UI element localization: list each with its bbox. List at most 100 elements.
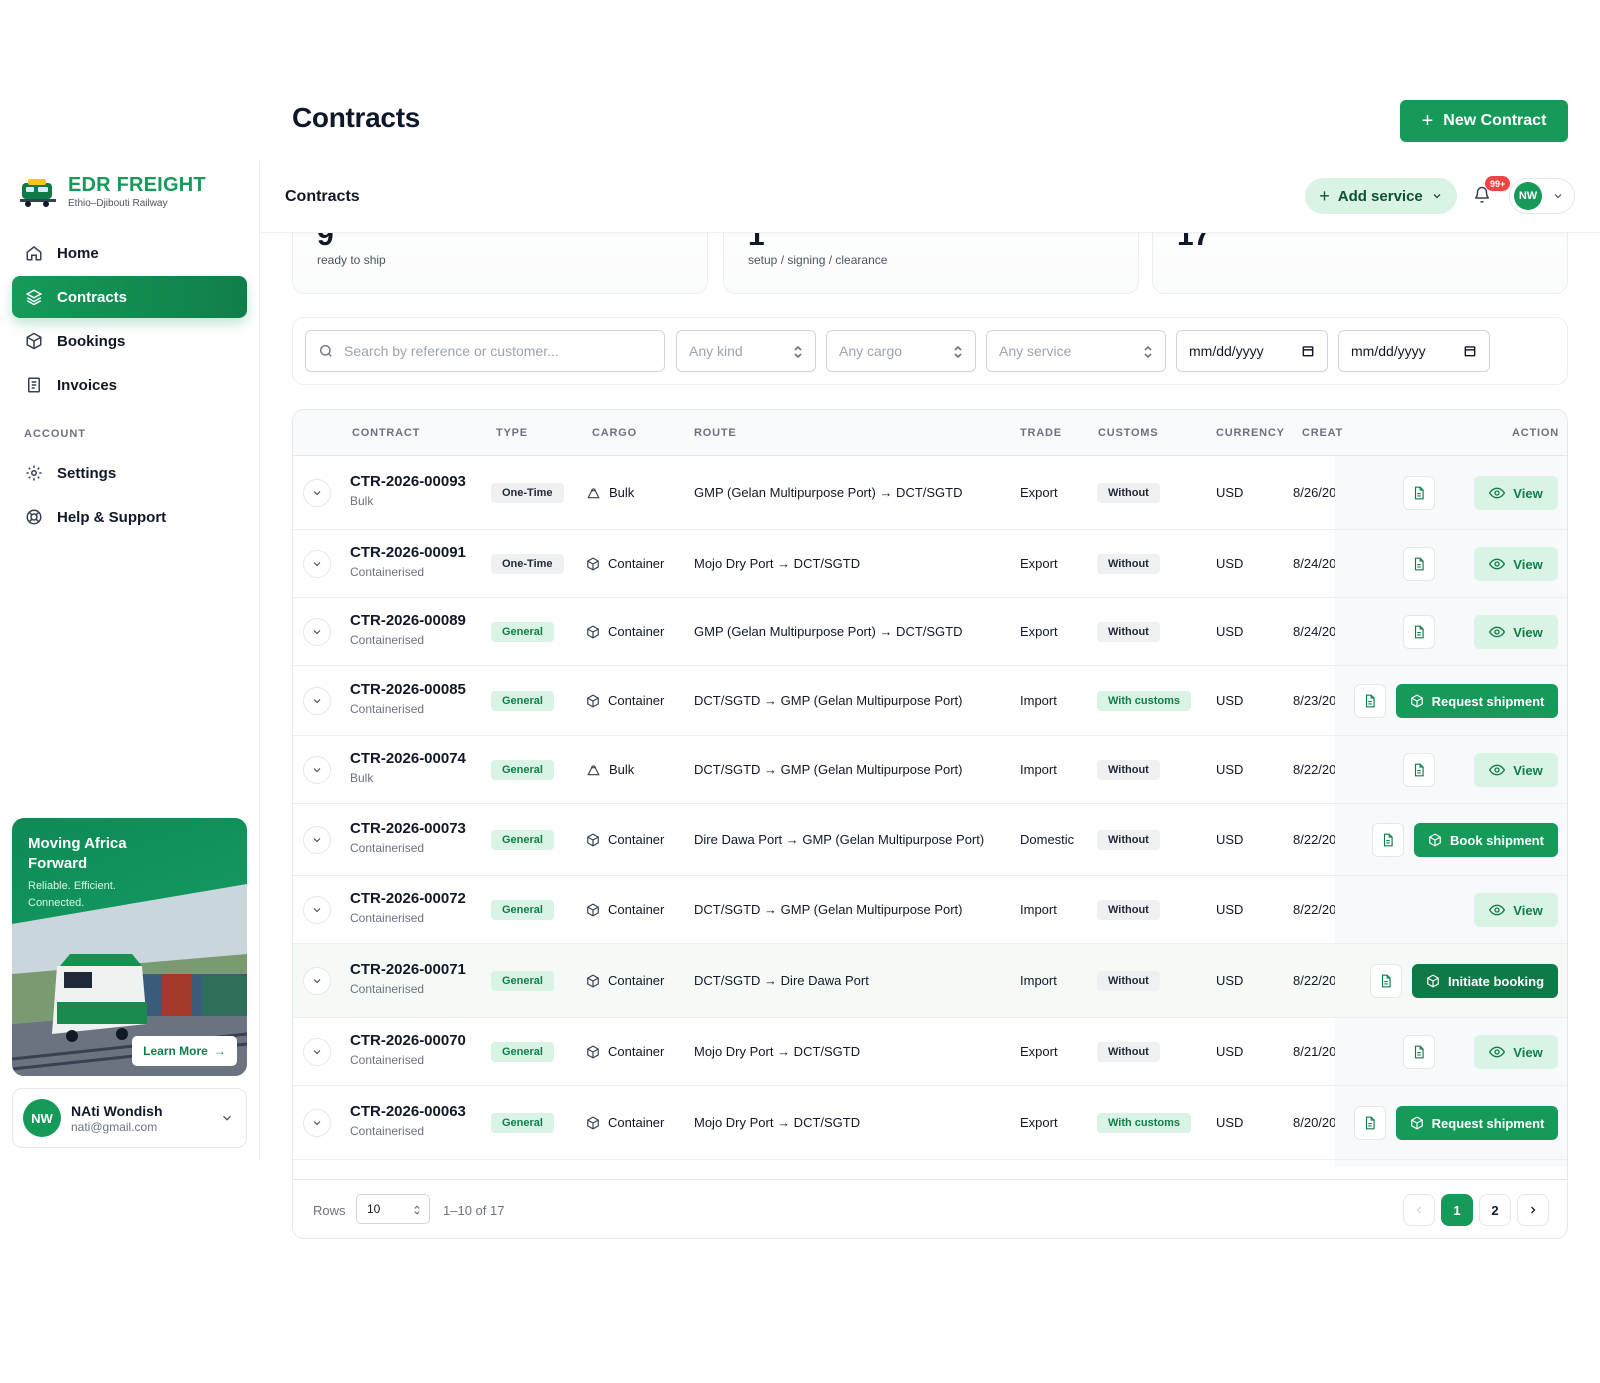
chevron-down-icon xyxy=(1554,194,1562,199)
sidebar-item-invoices[interactable]: Invoices xyxy=(12,364,247,406)
kind-select[interactable]: Any kind xyxy=(676,330,816,372)
type-badge: General xyxy=(491,971,554,991)
lifebuoy-icon xyxy=(26,509,42,525)
rows-per-page-select[interactable]: 10 xyxy=(356,1194,430,1224)
sidebar-item-help[interactable]: Help & Support xyxy=(12,496,247,538)
trade-cell: Export xyxy=(1020,1044,1058,1059)
page-1-button[interactable]: 1 xyxy=(1441,1194,1473,1226)
col-type[interactable]: TYPE xyxy=(496,427,528,439)
contract-cell[interactable]: CTR-2026-00085 Containerised xyxy=(350,681,466,716)
view-button[interactable]: View xyxy=(1474,1035,1558,1069)
search-input[interactable]: Search by reference or customer... xyxy=(305,330,665,372)
expand-row-button[interactable] xyxy=(303,756,331,784)
add-service-button[interactable]: + Add service xyxy=(1305,178,1457,214)
chevron-down-icon xyxy=(313,699,321,704)
expand-row-button[interactable] xyxy=(303,967,331,995)
expand-row-button[interactable] xyxy=(303,1038,331,1066)
cargo-select[interactable]: Any cargo xyxy=(826,330,976,372)
date-from-input[interactable]: mm/dd/yyyy xyxy=(1176,330,1328,372)
expand-row-button[interactable] xyxy=(303,896,331,924)
contract-cell[interactable]: CTR-2026-00089 Containerised xyxy=(350,612,466,647)
contract-cell[interactable]: CTR-2026-00070 Containerised xyxy=(350,1032,466,1067)
row-action-button[interactable]: Request shipment xyxy=(1396,1106,1558,1140)
promo-title: Moving Africa Forward xyxy=(28,835,127,872)
user-menu[interactable]: NW NAti Wondish nati@gmail.com xyxy=(12,1088,247,1148)
document-button[interactable] xyxy=(1403,1035,1435,1069)
learn-more-button[interactable]: Learn More → xyxy=(132,1036,237,1066)
table-row[interactable]: CTR-2026-00085 Containerised General Contai… xyxy=(293,666,1567,736)
created-cell: 8/22/2026 xyxy=(1293,973,1335,988)
date-to-input[interactable]: mm/dd/yyyy xyxy=(1338,330,1490,372)
next-page-button[interactable] xyxy=(1517,1194,1549,1226)
rows-label: Rows xyxy=(313,1203,346,1218)
col-created[interactable]: CREAT xyxy=(1302,427,1343,439)
brand[interactable]: EDR FREIGHT Ethio–Djibouti Railway xyxy=(18,174,206,209)
table-row[interactable]: CTR-2026-00091 Containerised One-Time Conta… xyxy=(293,530,1567,598)
account-menu[interactable]: NW xyxy=(1509,178,1575,214)
new-contract-button[interactable]: + New Contract xyxy=(1400,100,1568,142)
view-label: View xyxy=(1513,762,1543,778)
document-button[interactable] xyxy=(1354,1106,1386,1140)
table-row[interactable]: CTR-2026-00071 Containerised General Contai… xyxy=(293,944,1567,1018)
contract-cell[interactable]: CTR-2026-00074 Bulk xyxy=(350,750,466,785)
document-icon xyxy=(1365,694,1375,708)
table-row[interactable]: CTR-2026-00063 Containerised General Contai… xyxy=(293,1086,1567,1160)
expand-row-button[interactable] xyxy=(303,618,331,646)
view-button[interactable]: View xyxy=(1474,476,1558,510)
expand-row-button[interactable] xyxy=(303,687,331,715)
sidebar-item-settings[interactable]: Settings xyxy=(12,452,247,494)
table-row[interactable]: CTR-2026-00074 Bulk General Bulk DCT/SGTD → … xyxy=(293,736,1567,804)
cargo-cell: Container xyxy=(586,1115,664,1130)
contract-cell[interactable]: CTR-2026-00091 Containerised xyxy=(350,544,466,579)
service-select[interactable]: Any service xyxy=(986,330,1166,372)
col-route[interactable]: ROUTE xyxy=(694,427,737,439)
currency-cell: USD xyxy=(1216,832,1244,847)
contract-cell[interactable]: CTR-2026-00063 Containerised xyxy=(350,1103,466,1138)
col-currency[interactable]: CURRENCY xyxy=(1216,427,1285,439)
row-action-button[interactable]: Book shipment xyxy=(1414,823,1558,857)
page-2-button[interactable]: 2 xyxy=(1479,1194,1511,1226)
expand-row-button[interactable] xyxy=(303,479,331,507)
table-row[interactable]: CTR-2026-00072 Containerised General Contai… xyxy=(293,876,1567,944)
col-customs[interactable]: CUSTOMS xyxy=(1098,427,1158,439)
row-action-button[interactable]: Request shipment xyxy=(1396,684,1558,718)
document-button[interactable] xyxy=(1354,684,1386,718)
col-trade[interactable]: TRADE xyxy=(1020,427,1062,439)
table-row[interactable]: CTR-2026-00093 Bulk One-Time Bulk GMP (Gelan… xyxy=(293,456,1567,530)
table-header: CONTRACT TYPE CARGO ROUTE TRADE CUSTOMS … xyxy=(293,410,1567,456)
expand-row-button[interactable] xyxy=(303,550,331,578)
document-button[interactable] xyxy=(1403,476,1435,510)
route-cell: GMP (Gelan Multipurpose Port) → DCT/SGTD xyxy=(694,485,963,500)
view-button[interactable]: View xyxy=(1474,615,1558,649)
contract-cell[interactable]: CTR-2026-00093 Bulk xyxy=(350,473,466,508)
document-button[interactable] xyxy=(1372,823,1404,857)
contract-ref: CTR-2026-00091 xyxy=(350,544,466,561)
plus-icon: + xyxy=(1319,185,1330,206)
contract-cell[interactable]: CTR-2026-00071 Containerised xyxy=(350,961,466,996)
sidebar-item-bookings[interactable]: Bookings xyxy=(12,320,247,362)
document-button[interactable] xyxy=(1403,753,1435,787)
table-row[interactable]: CTR-2026-00089 Containerised General Contai… xyxy=(293,598,1567,666)
table-row[interactable]: CTR-2026-00070 Containerised General Contai… xyxy=(293,1018,1567,1086)
contract-cell[interactable]: CTR-2026-00073 Containerised xyxy=(350,820,466,855)
document-button[interactable] xyxy=(1403,615,1435,649)
document-button[interactable] xyxy=(1370,964,1402,998)
expand-row-button[interactable] xyxy=(303,1109,331,1137)
document-button[interactable] xyxy=(1403,547,1435,581)
table-row[interactable]: CTR-2026-00073 Containerised General Contai… xyxy=(293,804,1567,876)
row-action-button[interactable]: Initiate booking xyxy=(1412,964,1558,998)
customs-badge: With customs xyxy=(1097,691,1192,711)
prev-page-button[interactable] xyxy=(1403,1194,1435,1226)
view-button[interactable]: View xyxy=(1474,547,1558,581)
sidebar-item-contracts[interactable]: Contracts xyxy=(12,276,247,318)
expand-row-button[interactable] xyxy=(303,826,331,854)
currency-cell: USD xyxy=(1216,1044,1244,1059)
trade-cell: Import xyxy=(1020,973,1057,988)
contract-cell[interactable]: CTR-2026-00072 Containerised xyxy=(350,890,466,925)
stat-desc: setup / signing / clearance xyxy=(748,253,888,267)
view-button[interactable]: View xyxy=(1474,753,1558,787)
col-cargo[interactable]: CARGO xyxy=(592,427,637,439)
sidebar-item-home[interactable]: Home xyxy=(12,232,247,274)
view-button[interactable]: View xyxy=(1474,893,1558,927)
col-contract[interactable]: CONTRACT xyxy=(352,427,420,439)
